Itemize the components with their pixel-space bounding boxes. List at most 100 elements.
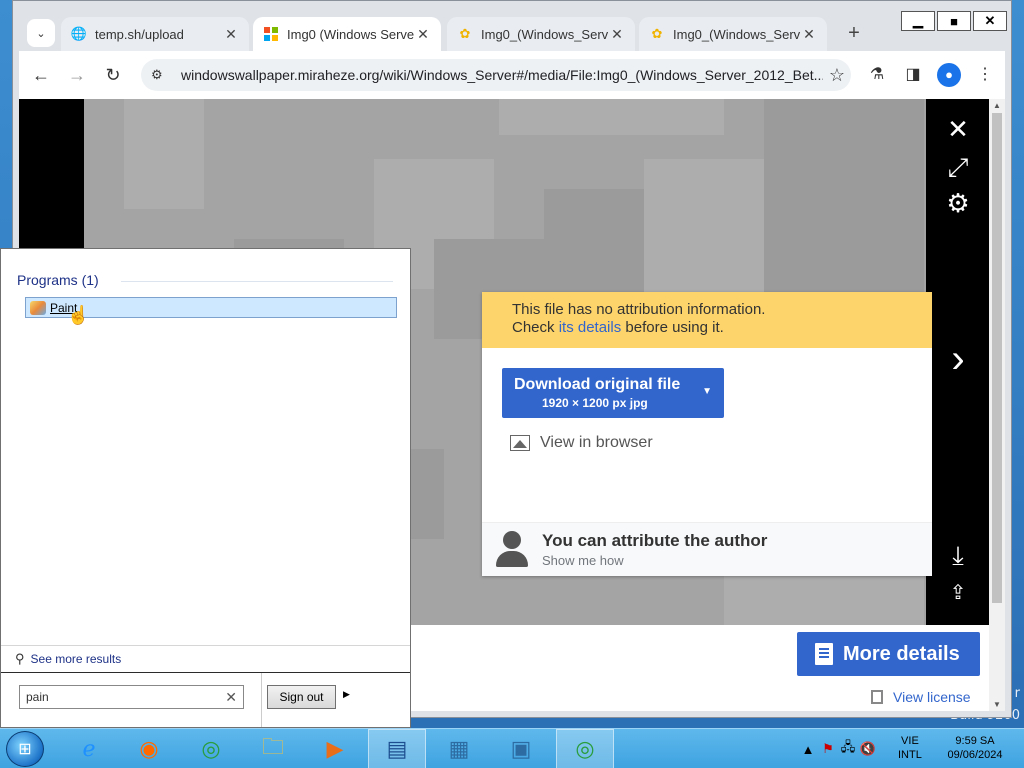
profile-avatar-icon[interactable]: ● <box>937 63 961 87</box>
windows-flag-icon <box>263 26 279 42</box>
start-menu-footer: pain ✕ Sign out ▶ <box>1 673 410 727</box>
viewer-controls: ✕ ⤢ ⚙ › ⤓ ⇪ <box>926 99 989 625</box>
next-image-icon[interactable]: › <box>942 339 974 379</box>
tab-title: Img0_(Windows_Serv <box>481 26 609 42</box>
taskbar: ⊞ ℯ ◉ ◎ 🗀 ▶ ▤ ▦ ▣ ◎ ▲ ⚑ 🖧 🔇 VIE INTL 9:5… <box>0 728 1024 768</box>
view-in-browser-label: View in browser <box>540 434 653 451</box>
download-size-label: 1920 × 1200 px jpg <box>542 396 648 410</box>
input-language[interactable]: VIE INTL <box>898 734 922 762</box>
scroll-thumb[interactable] <box>992 113 1002 603</box>
clock-time: 9:59 SA <box>955 735 995 747</box>
network-icon[interactable]: 🖧 <box>838 738 858 760</box>
view-license-link[interactable]: View license <box>871 689 971 705</box>
scroll-down-icon[interactable]: ▼ <box>989 700 1005 709</box>
network-app-icon[interactable]: ▣ <box>492 729 550 768</box>
lang-code: VIE <box>901 735 919 747</box>
download-original-button[interactable]: Download original file 1920 × 1200 px jp… <box>502 368 724 418</box>
page-scrollbar[interactable]: ▲ ▼ <box>989 99 1005 711</box>
its-details-link[interactable]: its details <box>559 319 622 336</box>
media-player-icon[interactable]: ▶ <box>306 729 364 768</box>
tab-close-icon[interactable]: ✕ <box>801 26 817 43</box>
globe-icon: 🌐 <box>70 26 88 41</box>
chrome-active-icon[interactable]: ◎ <box>556 729 614 768</box>
action-center-icon[interactable]: ⚑ <box>818 741 838 757</box>
start-button[interactable]: ⊞ <box>6 731 44 767</box>
system-tray: ▲ ⚑ 🖧 🔇 <box>798 729 878 768</box>
hand-cursor-icon: ☝ <box>67 305 90 325</box>
attribution-line-2: Check its details before using it. <box>512 319 902 337</box>
attribution-line-1: This file has no attribution information… <box>512 301 766 318</box>
tray-overflow-icon[interactable]: ▲ <box>798 742 818 757</box>
forward-arrow-icon[interactable]: → <box>65 63 89 87</box>
menu-kebab-icon[interactable]: ⋮ <box>973 63 997 87</box>
close-window-button[interactable]: ✕ <box>973 11 1007 31</box>
lang-layout: INTL <box>898 749 922 761</box>
minimize-button[interactable]: ▁ <box>901 11 935 31</box>
firefox-icon[interactable]: ◉ <box>120 729 178 768</box>
wiki-flower-icon: ✿ <box>651 26 663 41</box>
fullscreen-icon[interactable]: ⤢ <box>942 151 974 183</box>
see-more-results-link[interactable]: ⚲ See more results <box>1 645 410 673</box>
taskbar-clock[interactable]: 9:59 SA 09/06/2024 <box>940 734 1010 762</box>
download-popup: This file has no attribution information… <box>482 292 932 576</box>
magnifier-icon: ⚲ <box>15 651 25 666</box>
tab-close-icon[interactable]: ✕ <box>415 26 431 43</box>
volume-muted-icon[interactable]: 🔇 <box>858 741 878 757</box>
new-tab-button[interactable]: + <box>843 23 865 45</box>
tab-temp-sh[interactable]: 🌐 temp.sh/upload ✕ <box>61 17 249 51</box>
more-details-label: More details <box>843 642 960 665</box>
labs-flask-icon[interactable]: ⚗ <box>865 63 889 87</box>
url-text[interactable]: windowswallpaper.miraheze.org/wiki/Windo… <box>181 67 823 83</box>
license-icon <box>871 690 883 704</box>
tab-close-icon[interactable]: ✕ <box>223 26 239 43</box>
dropdown-caret-icon[interactable]: ▼ <box>702 386 712 397</box>
download-icon[interactable]: ⤓ <box>942 539 974 571</box>
chrome-icon[interactable]: ◎ <box>182 729 240 768</box>
document-icon <box>815 643 833 665</box>
view-in-browser-link[interactable]: View in browser <box>510 434 653 452</box>
tab-search-dropdown-icon[interactable]: ⌄ <box>27 19 55 47</box>
tab-img0-active[interactable]: Img0 (Windows Serve ✕ <box>253 17 441 51</box>
attribution-warning: This file has no attribution information… <box>482 292 932 348</box>
shutdown-options-arrow-icon[interactable]: ▶ <box>343 689 350 700</box>
attribution-check-text: Check <box>512 319 559 336</box>
close-viewer-icon[interactable]: ✕ <box>942 113 974 145</box>
tab-close-icon[interactable]: ✕ <box>609 26 625 43</box>
clear-search-icon[interactable]: ✕ <box>225 689 237 706</box>
footer-divider <box>261 673 262 727</box>
back-arrow-icon[interactable]: ← <box>29 63 53 87</box>
tab-title: Img0 (Windows Serve <box>287 26 415 42</box>
more-details-button[interactable]: More details <box>797 632 980 676</box>
share-icon[interactable]: ⇪ <box>942 577 974 609</box>
attribute-author-title: You can attribute the author <box>542 531 768 550</box>
internet-explorer-icon[interactable]: ℯ <box>60 729 118 768</box>
programs-divider <box>121 281 393 282</box>
maximize-button[interactable]: ■ <box>937 11 971 31</box>
file-explorer-icon[interactable]: 🗀 <box>244 729 302 768</box>
browser-toolbar: ← → ↻ ⚙ windowswallpaper.miraheze.org/wi… <box>19 51 1005 99</box>
person-icon <box>494 531 530 569</box>
scroll-up-icon[interactable]: ▲ <box>989 101 1005 110</box>
bookmark-star-icon[interactable]: ☆ <box>823 65 851 86</box>
programs-header: Programs (1) <box>17 272 99 288</box>
image-icon <box>510 435 530 451</box>
tab-title: temp.sh/upload <box>95 26 184 42</box>
site-settings-icon[interactable]: ⚙ <box>151 67 169 83</box>
address-bar[interactable]: ⚙ windowswallpaper.miraheze.org/wiki/Win… <box>141 59 851 91</box>
show-me-how-link[interactable]: Show me how <box>542 553 624 568</box>
reload-icon[interactable]: ↻ <box>101 63 125 87</box>
sign-out-button[interactable]: Sign out <box>267 685 336 709</box>
wiki-flower-icon: ✿ <box>459 26 471 41</box>
attribution-after-text: before using it. <box>621 319 724 336</box>
tab-img0-wiki-1[interactable]: ✿ Img0_(Windows_Serv ✕ <box>447 17 635 51</box>
server-manager-icon[interactable]: ▤ <box>368 729 426 768</box>
window-controls: ▁ ■ ✕ <box>901 11 1007 31</box>
attribute-author-section[interactable]: You can attribute the author Show me how <box>482 522 932 576</box>
side-panel-icon[interactable]: ◨ <box>901 63 925 87</box>
start-menu: Programs (1) Paint ☝ ⚲ See more results … <box>0 248 411 728</box>
clock-date: 09/06/2024 <box>947 749 1003 761</box>
settings-gear-icon[interactable]: ⚙ <box>942 187 974 219</box>
start-search-input[interactable]: pain ✕ <box>19 685 244 709</box>
control-panel-icon[interactable]: ▦ <box>430 729 488 768</box>
tab-img0-wiki-2[interactable]: ✿ Img0_(Windows_Serv ✕ <box>639 17 827 51</box>
